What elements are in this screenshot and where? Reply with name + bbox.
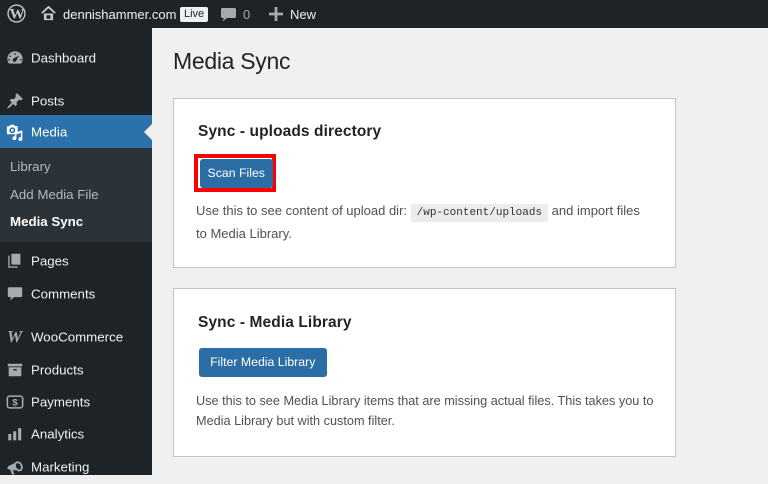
svg-text:W: W xyxy=(9,6,24,23)
svg-text:$: $ xyxy=(12,398,18,409)
